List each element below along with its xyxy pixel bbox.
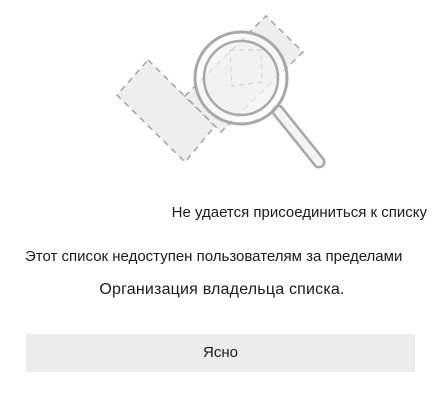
dialog-message-line1: Этот список недоступен пользователям за … bbox=[25, 248, 403, 265]
magnifier-icon bbox=[115, 14, 326, 169]
magnifier-handle bbox=[271, 104, 326, 169]
magnifier-lens bbox=[193, 30, 289, 126]
dialog-message-line2: Организация владельца списка. bbox=[99, 281, 345, 298]
cannot-join-list-dialog: Не удается присоединиться к списку Этот … bbox=[0, 0, 444, 400]
ok-button[interactable]: Ясно bbox=[26, 334, 415, 372]
dialog-message: Этот список недоступен пользователям за … bbox=[0, 246, 444, 301]
dialog-title: Не удается присоединиться к списку bbox=[171, 204, 427, 221]
